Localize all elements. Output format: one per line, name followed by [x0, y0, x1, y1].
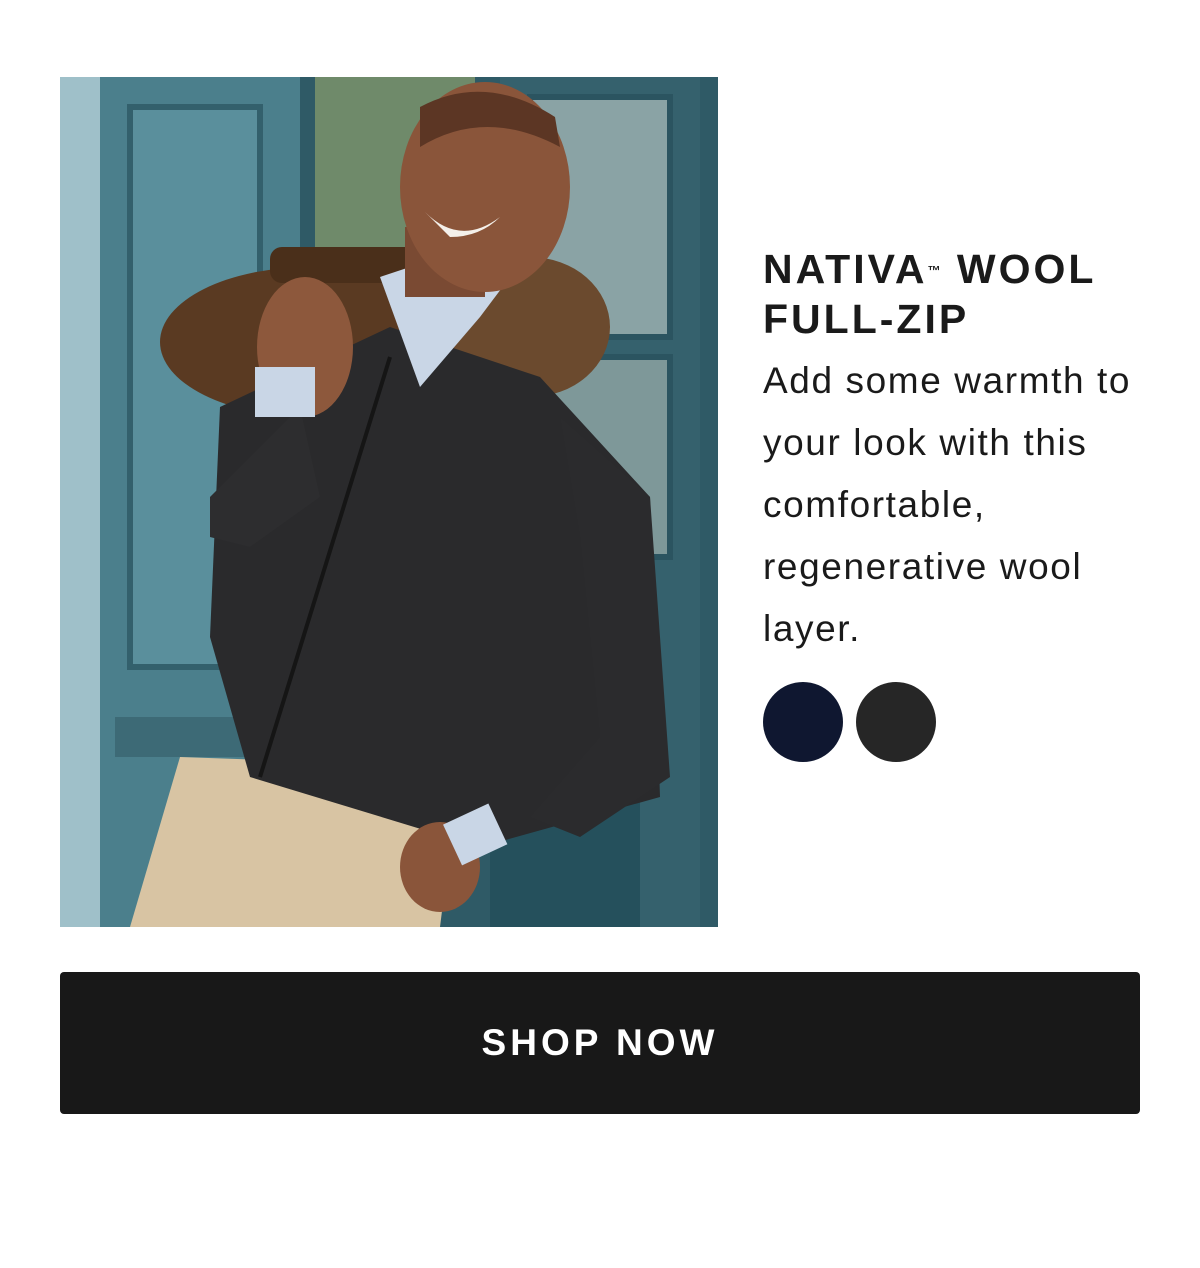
- color-swatch-navy[interactable]: [763, 682, 843, 762]
- product-title-brand: NATIVA: [763, 246, 928, 292]
- product-promo-module: NATIVA™ WOOL FULL-ZIP Add some warmth to…: [0, 0, 1200, 1268]
- product-title-rest: WOOL: [942, 246, 1097, 292]
- trademark-symbol: ™: [927, 263, 941, 278]
- color-swatches: [763, 682, 1163, 762]
- color-swatch-charcoal[interactable]: [856, 682, 936, 762]
- product-description: Add some warmth to your look with this c…: [763, 360, 1132, 649]
- product-info: NATIVA™ WOOL FULL-ZIP Add some warmth to…: [763, 244, 1163, 762]
- product-title-line2: FULL-ZIP: [763, 296, 970, 342]
- product-photo[interactable]: [60, 77, 718, 927]
- product-title: NATIVA™ WOOL FULL-ZIP: [763, 244, 1163, 344]
- product-photo-illustration: [60, 77, 718, 927]
- shop-now-label: SHOP NOW: [481, 1022, 719, 1063]
- shop-now-button[interactable]: SHOP NOW: [60, 972, 1140, 1114]
